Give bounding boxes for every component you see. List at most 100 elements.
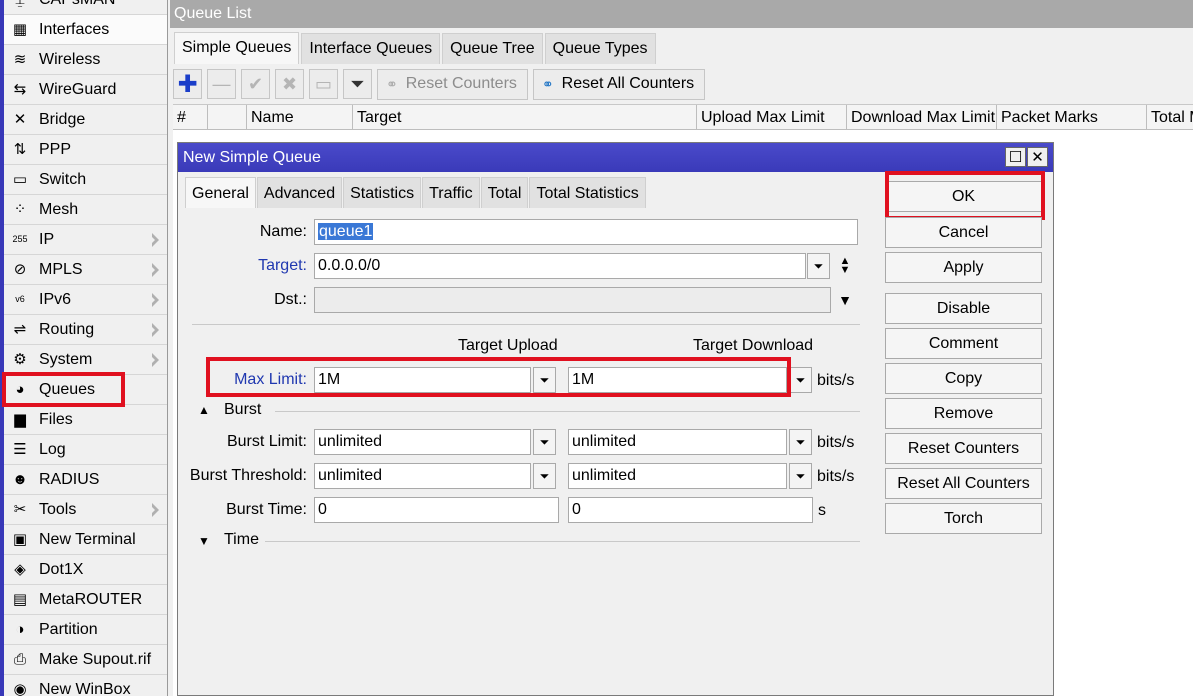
remove-button[interactable]: — [207,69,236,99]
tab-interface-queues[interactable]: Interface Queues [301,33,441,64]
burst-limit-upload-dropdown[interactable]: ⏷ [533,429,556,455]
sidebar-item-dot1x[interactable]: ◈ Dot1X [4,555,167,585]
routing-icon: ⇌ [13,321,27,338]
tab-general[interactable]: General [185,177,256,208]
target-label[interactable]: Target: [258,257,307,275]
disable-button[interactable]: ✖ [275,69,304,99]
sidebar-item-mpls[interactable]: ⊘ MPLS [4,255,167,285]
tab-traffic[interactable]: Traffic [422,177,480,208]
sidebar-item-routing[interactable]: ⇌ Routing [4,315,167,345]
burst-threshold-download-dropdown[interactable]: ⏷ [789,463,812,489]
ip-icon: 255 [12,234,28,244]
burst-section-title[interactable]: Burst [224,401,261,419]
time-section-title[interactable]: Time [224,531,259,549]
tab-total-statistics[interactable]: Total Statistics [529,177,646,208]
sidebar-item-label: Mesh [39,200,79,218]
sidebar-item-label: RADIUS [39,470,100,488]
burst-threshold-download-input[interactable]: unlimited [568,463,787,489]
max-limit-highlight-box [206,357,791,397]
reset-all-counters-button[interactable]: Reset All Counters [885,468,1042,499]
sidebar-item-partition[interactable]: ◑ Partition [4,615,167,645]
burst-time-download-input[interactable]: 0 [568,497,813,523]
copy-button[interactable]: Copy [885,363,1042,394]
tab-total[interactable]: Total [480,177,529,208]
sidebar-item-label: IP [39,230,55,248]
target-dropdown-button[interactable]: ⏷ [807,253,830,279]
dropdown-arrow-icon: ⏷ [539,468,550,483]
col-total-max-limit[interactable]: Total Max Limit [1147,105,1193,130]
tab-advanced[interactable]: Advanced [256,177,343,208]
sidebar-item-ip[interactable]: 255 IP [4,225,167,255]
sidebar-item-bridge[interactable]: ✕ Bridge [4,105,167,135]
disable-button[interactable]: Disable [885,293,1042,324]
burst-collapse-icon[interactable]: ▲ [198,403,210,417]
sidebar-item-ipv6[interactable]: v6 IPv6 [4,285,167,315]
sidebar-item-radius[interactable]: ☻ RADIUS [4,465,167,495]
dropdown-arrow-icon: ⏷ [795,434,806,449]
sidebar-item-tools[interactable]: ✂ Tools [4,495,167,525]
comment-button[interactable]: Comment [885,328,1042,359]
burst-threshold-upload-input[interactable]: unlimited [314,463,531,489]
reset-counters-button[interactable]: ⚭ Reset Counters [377,68,528,100]
sidebar-item-new-terminal[interactable]: ▣ New Terminal [4,525,167,555]
col-download-max-limit[interactable]: Download Max Limit [847,105,997,130]
burst-time-upload-input[interactable]: 0 [314,497,559,523]
dst-dropdown-button[interactable]: ▼ [837,287,853,313]
supout-icon: ⎙ [13,651,26,668]
sidebar-item-capsman[interactable]: ⍊ CAPsMAN [4,0,167,15]
filter-button[interactable]: ⏷ [343,69,372,99]
sidebar-item-system[interactable]: ⚙ System [4,345,167,375]
sidebar-item-label: New Terminal [39,530,136,548]
tab-queue-types[interactable]: Queue Types [544,33,656,64]
queue-list-title: Queue List [170,0,1193,28]
reset-all-counters-button[interactable]: ⚭ Reset All Counters [532,68,706,100]
sidebar-item-wireguard[interactable]: ⇆ WireGuard [4,75,167,105]
dst-input[interactable] [314,287,831,313]
burst-limit-download-dropdown[interactable]: ⏷ [789,429,812,455]
burst-threshold-upload-dropdown[interactable]: ⏷ [533,463,556,489]
burst-threshold-label: Burst Threshold: [189,467,307,484]
close-button[interactable]: ✕ [1027,147,1048,167]
sidebar-item-label: Files [39,410,73,428]
target-updown-button[interactable]: ▲ ▼ [837,253,853,279]
comment-button[interactable]: ▭ [309,69,338,99]
apply-button[interactable]: Apply [885,252,1042,283]
name-input[interactable]: queue1 [314,219,858,245]
col-name[interactable]: Name [247,105,353,130]
sidebar-item-switch[interactable]: ▭ Switch [4,165,167,195]
dialog-title-bar[interactable]: New Simple Queue ☐ ✕ [178,143,1053,172]
sidebar-item-new-winbox[interactable]: ◉ New WinBox [4,675,167,696]
cancel-button[interactable]: Cancel [885,217,1042,248]
sidebar-item-metarouter[interactable]: ▤ MetaROUTER [4,585,167,615]
col-packet-marks[interactable]: Packet Marks [997,105,1147,130]
sidebar-item-interfaces[interactable]: ▦ Interfaces [4,15,167,45]
mpls-icon: ⊘ [13,261,27,278]
enable-button[interactable]: ✔ [241,69,270,99]
target-input[interactable]: 0.0.0.0/0 [314,253,806,279]
sidebar-item-mesh[interactable]: ⁘ Mesh [4,195,167,225]
sidebar-item-ppp[interactable]: ⇅ PPP [4,135,167,165]
col-number[interactable]: # [173,105,208,130]
burst-limit-download-input[interactable]: unlimited [568,429,787,455]
reset-counters-button[interactable]: Reset Counters [885,433,1042,464]
sidebar-item-make-supout-rif[interactable]: ⎙ Make Supout.rif [4,645,167,675]
sidebar-item-files[interactable]: ▆ Files [4,405,167,435]
col-flags[interactable] [208,105,247,130]
sidebar-menu: ⍊ CAPsMAN ▦ Interfaces ≋ Wireless ⇆ WireGuard ✕ B… [0,0,168,696]
add-button[interactable]: ✚ [173,69,202,99]
burst-limit-upload-input[interactable]: unlimited [314,429,531,455]
col-target[interactable]: Target [353,105,697,130]
max-limit-download-dropdown[interactable]: ⏷ [789,367,812,393]
remove-button[interactable]: Remove [885,398,1042,429]
sidebar-item-log[interactable]: ☰ Log [4,435,167,465]
sidebar-item-label: IPv6 [39,290,72,308]
col-upload-max-limit[interactable]: Upload Max Limit [697,105,847,130]
tab-statistics[interactable]: Statistics [343,177,422,208]
time-expand-icon[interactable]: ▼ [198,534,210,548]
radius-icon: ☻ [12,471,28,488]
maximize-button[interactable]: ☐ [1005,147,1026,167]
tab-queue-tree[interactable]: Queue Tree [442,33,543,64]
torch-button[interactable]: Torch [885,503,1042,534]
sidebar-item-wireless[interactable]: ≋ Wireless [4,45,167,75]
tab-simple-queues[interactable]: Simple Queues [174,32,300,64]
